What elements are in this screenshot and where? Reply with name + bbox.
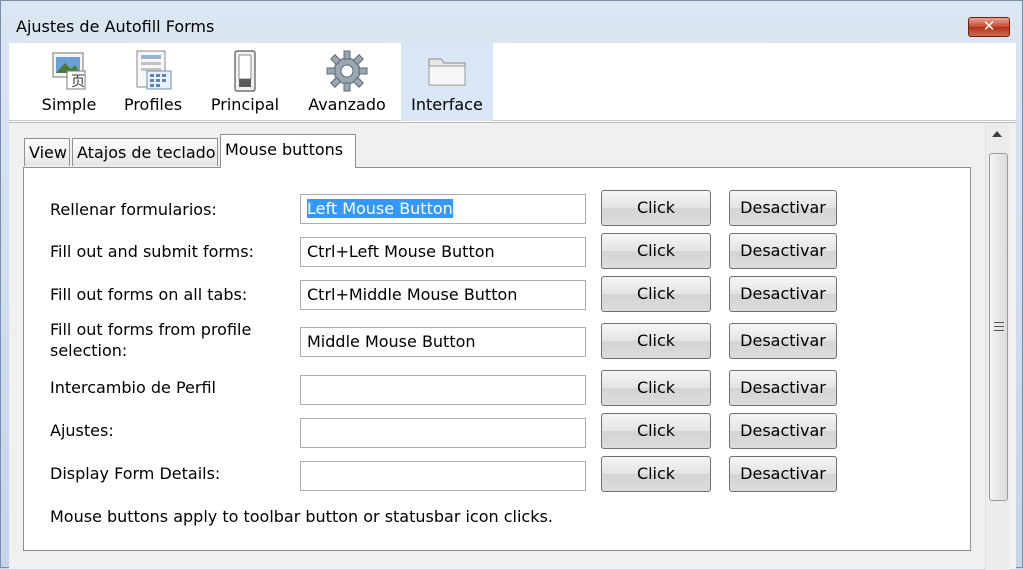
principal-icon — [234, 50, 256, 92]
deactivate-button[interactable]: Desactivar — [729, 456, 837, 492]
toolbar-item-label: Avanzado — [308, 95, 386, 114]
tab-atajos-de-teclado[interactable]: Atajos de teclado — [72, 138, 218, 166]
row-label: Fill out and submit forms: — [50, 242, 254, 261]
shortcut-field[interactable] — [300, 461, 586, 491]
title-bar[interactable]: Ajustes de Autofill Forms ✕ — [1, 1, 1022, 41]
toolbar-item-label: Simple — [41, 95, 97, 114]
click-button[interactable]: Click — [601, 190, 711, 226]
row-label: Display Form Details: — [50, 464, 221, 483]
row-label: Ajustes: — [50, 421, 114, 440]
click-button[interactable]: Click — [601, 233, 711, 269]
scroll-up-arrow-icon[interactable] — [992, 131, 1002, 137]
shortcut-field[interactable]: Left Mouse Button — [300, 194, 586, 224]
deactivate-button[interactable]: Desactivar — [729, 190, 837, 226]
shortcut-field[interactable] — [300, 375, 586, 405]
row-label: Fill out forms from profile selection: — [50, 320, 252, 360]
deactivate-button[interactable]: Desactivar — [729, 276, 837, 312]
toolbar-item-profiles[interactable]: Profiles — [117, 43, 189, 121]
field-value: Left Mouse Button — [307, 199, 453, 218]
deactivate-button[interactable]: Desactivar — [729, 370, 837, 406]
scroll-thumb[interactable] — [989, 153, 1008, 501]
tab-view[interactable]: View — [24, 138, 70, 166]
shortcut-field[interactable]: Middle Mouse Button — [300, 327, 586, 357]
toolbar-item-avanzado[interactable]: Avanzado — [301, 43, 393, 121]
deactivate-button[interactable]: Desactivar — [729, 233, 837, 269]
row-label: Fill out forms on all tabs: — [50, 285, 248, 304]
click-button[interactable]: Click — [601, 276, 711, 312]
click-button[interactable]: Click — [601, 323, 711, 359]
tab-mouse-buttons[interactable]: Mouse buttons — [220, 134, 356, 168]
grip-icon — [994, 322, 1004, 331]
settings-window: Ajustes de Autofill Forms ✕ 页 Simple Pro… — [0, 0, 1023, 570]
click-button[interactable]: Click — [601, 413, 711, 449]
deactivate-button[interactable]: Desactivar — [729, 413, 837, 449]
toolbar-item-label: Profiles — [123, 95, 183, 114]
close-button[interactable]: ✕ — [968, 17, 1010, 37]
click-button[interactable]: Click — [601, 370, 711, 406]
mouse-buttons-panel: Rellenar formularios: Left Mouse Button … — [23, 167, 971, 551]
svg-text:页: 页 — [71, 74, 85, 90]
shortcut-field[interactable]: Ctrl+Middle Mouse Button — [300, 280, 586, 310]
shortcut-field[interactable] — [300, 418, 586, 448]
client-area: 页 Simple Profiles Principal Avanzado Int… — [9, 43, 1016, 570]
row-label: Intercambio de Perfil — [50, 378, 216, 397]
help-note: Mouse buttons apply to toolbar button or… — [50, 507, 553, 526]
window-title: Ajustes de Autofill Forms — [16, 17, 215, 36]
settings-content: View Atajos de teclado Mouse buttons Rel… — [9, 122, 1016, 570]
vertical-scrollbar[interactable] — [985, 123, 1009, 570]
toolbar-item-label: Interface — [411, 95, 483, 114]
profiles-icon — [136, 50, 172, 90]
click-button[interactable]: Click — [601, 456, 711, 492]
field-value: Middle Mouse Button — [307, 332, 476, 351]
shortcut-field[interactable]: Ctrl+Left Mouse Button — [300, 237, 586, 267]
toolbar-item-simple[interactable]: 页 Simple — [35, 43, 103, 121]
field-value: Ctrl+Middle Mouse Button — [307, 285, 518, 304]
simple-icon: 页 — [52, 52, 86, 90]
toolbar-item-principal[interactable]: Principal — [203, 43, 287, 121]
row-label: Rellenar formularios: — [50, 200, 217, 219]
folder-icon — [428, 58, 466, 86]
close-icon: ✕ — [982, 17, 996, 35]
preferences-toolbar: 页 Simple Profiles Principal Avanzado Int… — [9, 43, 1016, 121]
gear-icon — [326, 50, 368, 92]
field-value: Ctrl+Left Mouse Button — [307, 242, 495, 261]
toolbar-item-interface[interactable]: Interface — [401, 43, 493, 121]
deactivate-button[interactable]: Desactivar — [729, 323, 837, 359]
toolbar-item-label: Principal — [210, 95, 280, 114]
